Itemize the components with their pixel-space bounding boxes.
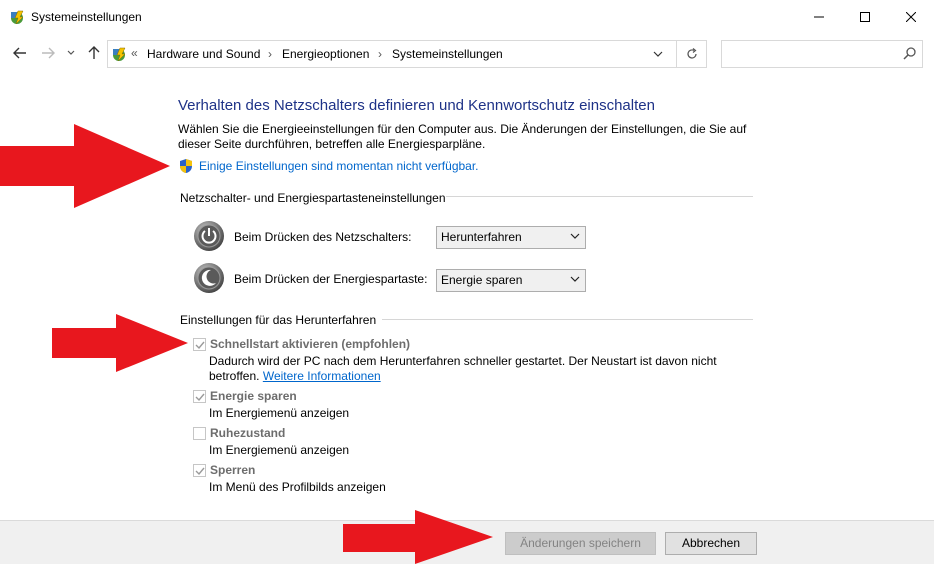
lock-option-title: Sperren bbox=[210, 463, 256, 477]
show-hibernate-checkbox[interactable] bbox=[193, 427, 206, 440]
chevron-down-icon bbox=[570, 276, 580, 282]
show-lock-checkbox[interactable] bbox=[193, 464, 206, 477]
close-button[interactable] bbox=[888, 0, 934, 33]
chevron-down-icon bbox=[67, 50, 75, 55]
address-dropdown-button[interactable] bbox=[649, 45, 667, 63]
breadcrumb-separator[interactable]: › bbox=[268, 47, 272, 61]
arrow-left-icon bbox=[13, 47, 26, 59]
window-title: Systemeinstellungen bbox=[31, 10, 142, 24]
power-buttons-group-label: Netzschalter- und Energiespartasteneinst… bbox=[180, 191, 446, 205]
fast-startup-checkbox[interactable] bbox=[193, 338, 206, 351]
page-description: Wählen Sie die Energieeinstellungen für … bbox=[178, 122, 747, 151]
checkmark-icon bbox=[195, 341, 205, 350]
arrow-up-icon bbox=[88, 46, 100, 59]
red-arrow-annotation bbox=[343, 510, 493, 564]
breadcrumb-power-options[interactable]: Energieoptionen bbox=[282, 47, 369, 61]
title-bar: Systemeinstellungen bbox=[0, 0, 934, 34]
close-icon bbox=[906, 11, 916, 22]
lock-option: Sperren bbox=[193, 463, 255, 477]
minimize-icon bbox=[814, 16, 824, 17]
power-button-action-value: Herunterfahren bbox=[441, 230, 522, 244]
show-sleep-checkbox[interactable] bbox=[193, 390, 206, 403]
search-icon bbox=[903, 47, 916, 60]
refresh-icon bbox=[687, 48, 697, 59]
breadcrumb-overflow[interactable]: « bbox=[131, 46, 138, 60]
red-arrow-annotation bbox=[0, 124, 170, 208]
minimize-button[interactable] bbox=[796, 0, 842, 33]
power-button-label: Beim Drücken des Netzschalters: bbox=[234, 230, 412, 244]
search-input[interactable] bbox=[721, 40, 923, 68]
checkmark-icon bbox=[195, 467, 205, 476]
save-changes-button[interactable]: Änderungen speichern bbox=[505, 532, 656, 555]
fast-startup-title: Schnellstart aktivieren (empfohlen) bbox=[210, 337, 411, 351]
shutdown-settings-group-label: Einstellungen für das Herunterfahren bbox=[180, 313, 377, 327]
group-divider bbox=[446, 196, 753, 197]
more-info-link[interactable]: Weitere Informationen bbox=[263, 369, 381, 383]
breadcrumb-hardware-sound[interactable]: Hardware und Sound bbox=[147, 47, 260, 61]
power-button-row: Beim Drücken des Netzschalters: bbox=[193, 220, 411, 252]
arrow-right-icon bbox=[42, 47, 55, 59]
sleep-button-label: Beim Drücken der Energiespartaste: bbox=[234, 272, 428, 286]
checkmark-icon bbox=[195, 393, 205, 402]
sleep-button-row: Beim Drücken der Energiespartaste: bbox=[193, 262, 427, 294]
page-title: Verhalten des Netzschalters definieren u… bbox=[178, 97, 655, 114]
fast-startup-description: Dadurch wird der PC nach dem Herunterfah… bbox=[209, 354, 729, 384]
sleep-button-icon bbox=[194, 263, 224, 293]
sleep-button-action-select[interactable]: Energie sparen bbox=[436, 269, 586, 292]
sleep-option-title: Energie sparen bbox=[210, 389, 297, 403]
back-button[interactable] bbox=[10, 44, 30, 62]
lock-option-description: Im Menü des Profilbilds anzeigen bbox=[209, 480, 386, 494]
power-button-icon bbox=[194, 221, 224, 251]
sleep-option: Energie sparen bbox=[193, 389, 297, 403]
control-panel-icon bbox=[11, 10, 24, 25]
power-button-action-select[interactable]: Herunterfahren bbox=[436, 226, 586, 249]
breadcrumb-system-settings[interactable]: Systemeinstellungen bbox=[392, 47, 503, 61]
cancel-button[interactable]: Abbrechen bbox=[665, 532, 757, 555]
up-button[interactable] bbox=[84, 44, 104, 62]
red-arrow-annotation bbox=[52, 314, 188, 372]
fast-startup-option: Schnellstart aktivieren (empfohlen) bbox=[193, 337, 410, 351]
breadcrumb-separator[interactable]: › bbox=[378, 47, 382, 61]
refresh-button[interactable] bbox=[676, 40, 707, 68]
maximize-button[interactable] bbox=[842, 0, 888, 33]
admin-settings-notice[interactable]: Einige Einstellungen sind momentan nicht… bbox=[178, 158, 479, 174]
recent-locations-button[interactable] bbox=[64, 44, 78, 62]
sleep-option-description: Im Energiemenü anzeigen bbox=[209, 406, 350, 420]
maximize-icon bbox=[860, 11, 870, 22]
change-unavailable-settings-link[interactable]: Einige Einstellungen sind momentan nicht… bbox=[199, 159, 479, 173]
address-bar[interactable]: « Hardware und Sound › Energieoptionen ›… bbox=[107, 40, 707, 68]
hibernate-option-description: Im Energiemenü anzeigen bbox=[209, 443, 350, 457]
chevron-down-icon bbox=[653, 51, 663, 57]
chevron-down-icon bbox=[570, 233, 580, 239]
hibernate-option: Ruhezustand bbox=[193, 426, 285, 440]
hibernate-option-title: Ruhezustand bbox=[210, 426, 286, 440]
group-divider bbox=[382, 319, 753, 320]
sleep-button-action-value: Energie sparen bbox=[441, 273, 523, 287]
uac-shield-icon bbox=[180, 159, 192, 173]
control-panel-icon bbox=[113, 47, 126, 62]
forward-button[interactable] bbox=[38, 44, 58, 62]
